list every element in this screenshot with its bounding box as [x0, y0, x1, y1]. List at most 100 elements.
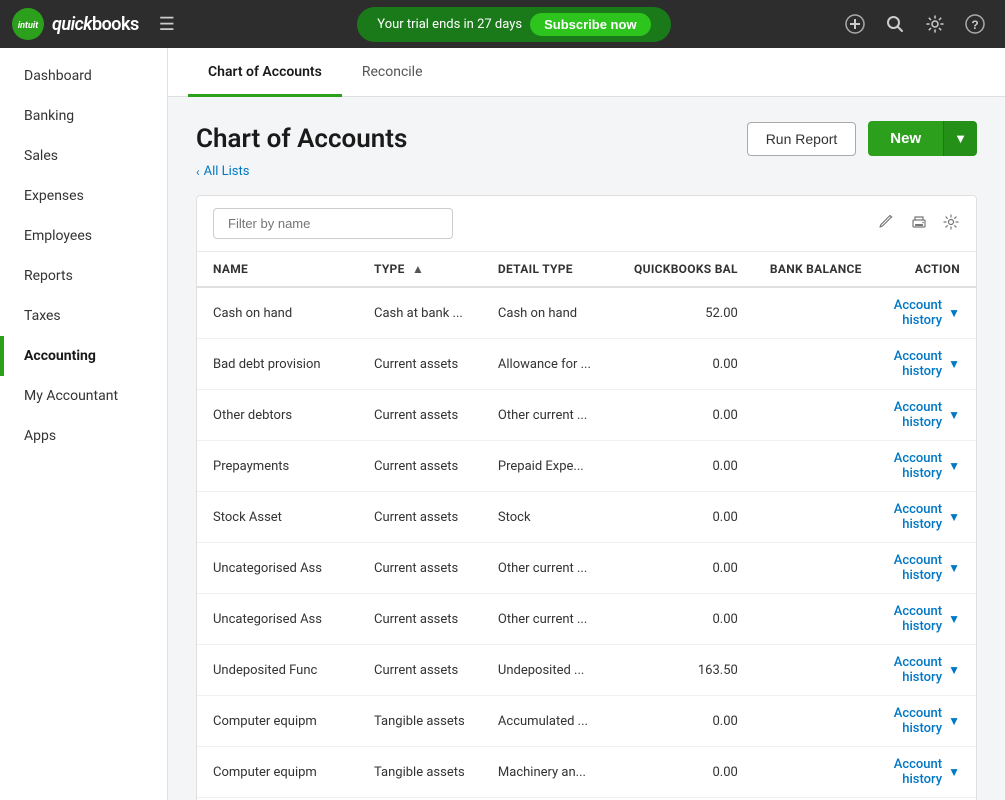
cell-name-1: Bad debt provision	[197, 339, 358, 390]
sidebar-item-taxes[interactable]: Taxes	[0, 296, 167, 336]
cell-bank-balance-0	[754, 287, 878, 339]
account-history-dropdown-2[interactable]: ▼	[948, 408, 960, 422]
cell-detail-type-6: Other current ...	[482, 594, 618, 645]
cell-action-7: Account history ▼	[878, 645, 976, 696]
cell-name-2: Other debtors	[197, 390, 358, 441]
trial-banner: Your trial ends in 27 days Subscribe now	[191, 7, 837, 42]
account-history-dropdown-1[interactable]: ▼	[948, 357, 960, 371]
account-history-dropdown-9[interactable]: ▼	[948, 765, 960, 779]
cell-type-7: Current assets	[358, 645, 482, 696]
breadcrumb-chevron-icon: ‹	[196, 165, 200, 179]
add-icon-button[interactable]	[837, 6, 873, 42]
page-content: Chart of Accounts Run Report New ▼ ‹ All…	[168, 97, 1005, 800]
cell-detail-type-3: Prepaid Expe...	[482, 441, 618, 492]
cell-detail-type-4: Stock	[482, 492, 618, 543]
account-history-dropdown-4[interactable]: ▼	[948, 510, 960, 524]
cell-name-8: Computer equipm	[197, 696, 358, 747]
account-history-link-1[interactable]: Account history	[894, 349, 942, 379]
tab-reconcile[interactable]: Reconcile	[342, 48, 443, 97]
sidebar-item-banking[interactable]: Banking	[0, 96, 167, 136]
sidebar-item-apps[interactable]: Apps	[0, 416, 167, 456]
cell-type-5: Current assets	[358, 543, 482, 594]
account-history-link-0[interactable]: Account history	[894, 298, 942, 328]
sidebar-item-employees[interactable]: Employees	[0, 216, 167, 256]
cell-qb-balance-0: 52.00	[618, 287, 754, 339]
cell-bank-balance-7	[754, 645, 878, 696]
cell-type-6: Current assets	[358, 594, 482, 645]
settings-icon-button[interactable]	[917, 6, 953, 42]
tab-chart-of-accounts[interactable]: Chart of Accounts	[188, 48, 342, 97]
account-history-link-8[interactable]: Account history	[894, 706, 942, 736]
sidebar-item-reports[interactable]: Reports	[0, 256, 167, 296]
col-header-qb-balance[interactable]: QUICKBOOKS BAL	[618, 252, 754, 287]
trial-message: Your trial ends in 27 days	[377, 17, 522, 32]
new-button-dropdown[interactable]: ▼	[943, 121, 977, 156]
col-header-bank-balance[interactable]: BANK BALANCE	[754, 252, 878, 287]
cell-type-8: Tangible assets	[358, 696, 482, 747]
search-icon-button[interactable]	[877, 6, 913, 42]
help-icon-button[interactable]: ?	[957, 6, 993, 42]
sidebar-item-dashboard[interactable]: Dashboard	[0, 56, 167, 96]
breadcrumb[interactable]: ‹ All Lists	[196, 164, 977, 179]
col-header-type[interactable]: TYPE ▲	[358, 252, 482, 287]
table-row: Computer equipm Tangible assets Accumula…	[197, 696, 976, 747]
sidebar-item-my-accountant[interactable]: My Accountant	[0, 376, 167, 416]
account-history-link-5[interactable]: Account history	[894, 553, 942, 583]
cell-qb-balance-3: 0.00	[618, 441, 754, 492]
account-history-dropdown-6[interactable]: ▼	[948, 612, 960, 626]
cell-action-4: Account history ▼	[878, 492, 976, 543]
account-history-link-3[interactable]: Account history	[894, 451, 942, 481]
hamburger-menu-button[interactable]: ☰	[151, 6, 183, 43]
filter-input[interactable]	[213, 208, 453, 239]
account-history-link-6[interactable]: Account history	[894, 604, 942, 634]
cell-qb-balance-5: 0.00	[618, 543, 754, 594]
breadcrumb-label: All Lists	[204, 164, 250, 179]
run-report-button[interactable]: Run Report	[747, 122, 857, 156]
account-history-link-9[interactable]: Account history	[894, 757, 942, 787]
account-history-link-7[interactable]: Account history	[894, 655, 942, 685]
cell-name-9: Computer equipm	[197, 747, 358, 798]
cell-name-7: Undeposited Func	[197, 645, 358, 696]
cell-action-3: Account history ▼	[878, 441, 976, 492]
cell-qb-balance-8: 0.00	[618, 696, 754, 747]
print-icon[interactable]	[910, 213, 928, 235]
col-header-detail-type[interactable]: DETAIL TYPE	[482, 252, 618, 287]
cell-qb-balance-9: 0.00	[618, 747, 754, 798]
cell-action-6: Account history ▼	[878, 594, 976, 645]
cell-action-0: Account history ▼	[878, 287, 976, 339]
cell-qb-balance-4: 0.00	[618, 492, 754, 543]
sidebar-item-accounting[interactable]: Accounting	[0, 336, 167, 376]
account-history-link-2[interactable]: Account history	[894, 400, 942, 430]
cell-qb-balance-1: 0.00	[618, 339, 754, 390]
account-history-dropdown-7[interactable]: ▼	[948, 663, 960, 677]
cell-bank-balance-9	[754, 747, 878, 798]
subscribe-button[interactable]: Subscribe now	[530, 13, 650, 36]
cell-type-2: Current assets	[358, 390, 482, 441]
cell-name-0: Cash on hand	[197, 287, 358, 339]
account-history-dropdown-8[interactable]: ▼	[948, 714, 960, 728]
accounts-table-container: NAME TYPE ▲ DETAIL TYPE QUICKBOOKS BAL	[196, 195, 977, 800]
sidebar-item-sales[interactable]: Sales	[0, 136, 167, 176]
col-header-name[interactable]: NAME	[197, 252, 358, 287]
svg-text:?: ?	[971, 18, 978, 32]
account-history-link-4[interactable]: Account history	[894, 502, 942, 532]
sidebar-item-expenses[interactable]: Expenses	[0, 176, 167, 216]
cell-bank-balance-3	[754, 441, 878, 492]
edit-icon[interactable]	[878, 213, 896, 235]
table-toolbar	[197, 196, 976, 252]
account-history-dropdown-5[interactable]: ▼	[948, 561, 960, 575]
account-history-dropdown-3[interactable]: ▼	[948, 459, 960, 473]
settings-table-icon[interactable]	[942, 213, 960, 235]
cell-type-3: Current assets	[358, 441, 482, 492]
new-button[interactable]: New	[868, 121, 943, 156]
account-history-dropdown-0[interactable]: ▼	[948, 306, 960, 320]
col-header-action: ACTION	[878, 252, 976, 287]
cell-qb-balance-7: 163.50	[618, 645, 754, 696]
table-row: Cash on hand Cash at bank ... Cash on ha…	[197, 287, 976, 339]
table-row: Uncategorised Ass Current assets Other c…	[197, 543, 976, 594]
table-row: Bad debt provision Current assets Allowa…	[197, 339, 976, 390]
table-row: Undeposited Func Current assets Undeposi…	[197, 645, 976, 696]
cell-action-5: Account history ▼	[878, 543, 976, 594]
cell-type-4: Current assets	[358, 492, 482, 543]
cell-qb-balance-2: 0.00	[618, 390, 754, 441]
